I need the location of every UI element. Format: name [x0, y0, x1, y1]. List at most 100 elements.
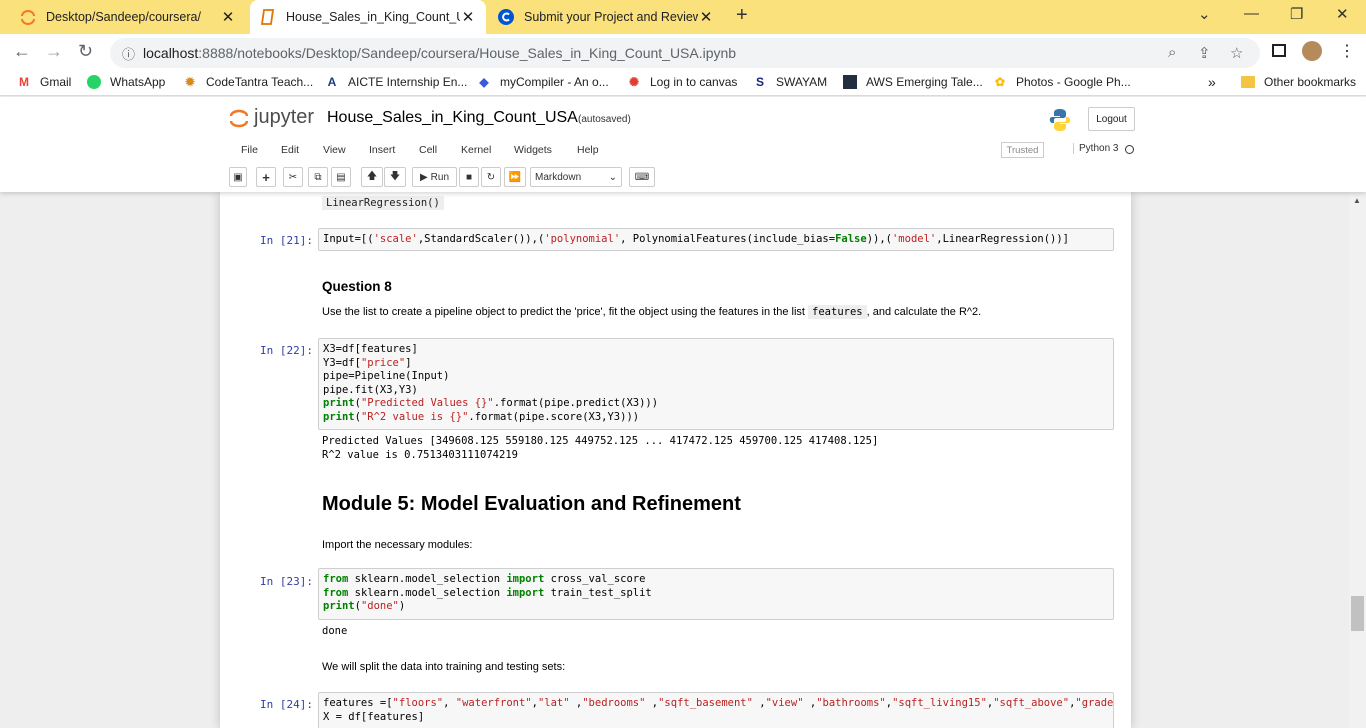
close-icon[interactable]: ✕ [698, 8, 714, 26]
question-8-text: Use the list to create a pipeline object… [322, 305, 982, 319]
minimize-icon[interactable]: — [1244, 5, 1259, 22]
cell-prompt: In [21]: [260, 234, 313, 247]
chevron-down-icon: ⌄ [608, 171, 617, 183]
move-up-icon[interactable]: 🡅 [361, 167, 383, 187]
address-bar[interactable]: ⓘ localhost:8888/notebooks/Desktop/Sande… [110, 38, 1260, 68]
menu-cell[interactable]: Cell [419, 144, 437, 156]
jupyter-tab-icon [20, 9, 36, 25]
gmail-icon: M [19, 75, 29, 89]
bookmark-label: Log in to canvas [650, 75, 738, 89]
menu-edit[interactable]: Edit [281, 144, 299, 156]
run-label: Run [430, 171, 450, 183]
menu-help[interactable]: Help [577, 144, 599, 156]
add-cell-icon[interactable]: + [256, 167, 276, 187]
scroll-up-icon[interactable]: ▲ [1353, 196, 1361, 205]
move-down-icon[interactable]: 🡇 [384, 167, 406, 187]
new-tab-icon[interactable]: + [736, 4, 748, 27]
swayam-icon: S [755, 75, 764, 89]
avatar[interactable] [1302, 41, 1322, 61]
scrollbar-thumb[interactable] [1351, 596, 1364, 631]
cell-prompt: In [22]: [260, 344, 313, 357]
cell-prompt: In [23]: [260, 575, 313, 588]
split-text: We will split the data into training and… [322, 661, 566, 673]
tab-desktop[interactable]: Desktop/Sandeep/coursera/ ✕ [10, 0, 246, 34]
python-logo-icon [1048, 108, 1072, 135]
jupyter-logo[interactable]: jupyter [230, 106, 314, 129]
code-cell-21[interactable]: Input=[('scale',StandardScaler()),('poly… [318, 228, 1114, 251]
menu-widgets[interactable]: Widgets [514, 144, 552, 156]
code-cell-24[interactable]: features =["floors", "waterfront","lat" … [318, 692, 1114, 728]
q8-text-a: Use the list to create a pipeline object… [322, 306, 805, 318]
kernel-idle-icon [1125, 145, 1134, 154]
menu-file[interactable]: File [241, 144, 258, 156]
save-icon[interactable]: ▣ [229, 167, 247, 187]
code-cell-22[interactable]: X3=df[features] Y3=df["price"] pipe=Pipe… [318, 338, 1114, 430]
share-icon[interactable]: ⇪ [1198, 44, 1211, 62]
copy-icon[interactable]: ⧉ [308, 167, 328, 187]
bookmark-mycompiler[interactable]: ◆ myCompiler - An o... [476, 74, 608, 90]
bookmark-aws[interactable]: AWS Emerging Tale... [842, 74, 983, 90]
paste-icon[interactable]: ▤ [331, 167, 351, 187]
q8-text-b: , and calculate the R^2. [866, 306, 982, 318]
search-icon[interactable]: ⌕ [1168, 44, 1176, 61]
cell-prompt: In [24]: [260, 698, 313, 711]
canvas-icon: ✺ [628, 75, 640, 89]
stop-icon[interactable]: ■ [459, 167, 479, 187]
bookmark-label: AICTE Internship En... [348, 75, 468, 89]
module-5-heading: Module 5: Model Evaluation and Refinemen… [322, 493, 741, 515]
close-icon[interactable]: ✕ [220, 8, 236, 26]
cut-icon[interactable]: ✂ [283, 167, 303, 187]
forward-icon[interactable]: → [45, 41, 63, 62]
cell-type-select[interactable]: Markdown ⌄ [530, 167, 622, 187]
bookmark-whatsapp[interactable]: WhatsApp [86, 74, 165, 90]
page-scrollbar[interactable]: ▲ [1349, 192, 1366, 728]
bookmark-aicte[interactable]: A AICTE Internship En... [324, 74, 468, 90]
menu-kebab-icon[interactable]: ⋮ [1339, 41, 1355, 61]
tab-title: Desktop/Sandeep/coursera/ [46, 10, 201, 24]
other-bookmarks[interactable]: Other bookmarks [1240, 74, 1356, 90]
bookmark-photos[interactable]: ✿ Photos - Google Ph... [992, 74, 1131, 90]
close-window-icon[interactable]: ✕ [1336, 5, 1349, 23]
output-line: R^2 value is 0.7513403111074219 [322, 449, 518, 461]
restore-icon[interactable]: ❐ [1290, 5, 1303, 23]
question-8-heading: Question 8 [322, 279, 392, 294]
prev-cell-output: LinearRegression() [322, 196, 444, 210]
bookmarks-overflow[interactable]: » [1208, 74, 1216, 90]
url-text[interactable]: localhost:8888/notebooks/Desktop/Sandeep… [143, 45, 736, 61]
bookmark-canvas[interactable]: ✺ Log in to canvas [626, 74, 737, 90]
bookmark-gmail[interactable]: M Gmail [16, 74, 71, 90]
tab-search-icon[interactable]: ⌄ [1198, 5, 1211, 23]
tab-strip: Desktop/Sandeep/coursera/ ✕ House_Sales_… [0, 0, 1366, 34]
coursera-tab-icon [498, 9, 514, 25]
bookmark-label: Gmail [40, 75, 72, 89]
tab-notebook[interactable]: House_Sales_in_King_Count_USA ✕ [250, 0, 486, 34]
bookmark-star-icon[interactable]: ☆ [1230, 44, 1243, 62]
menu-view[interactable]: View [323, 144, 346, 156]
notebook-title[interactable]: House_Sales_in_King_Count_USA [327, 109, 578, 127]
tab-coursera[interactable]: Submit your Project and Review ✕ [488, 0, 724, 34]
reload-icon[interactable]: ↻ [78, 41, 93, 62]
notebook-tab-icon [260, 9, 276, 25]
side-panel-icon[interactable] [1272, 44, 1286, 57]
trusted-indicator[interactable]: Trusted [1001, 142, 1044, 158]
bookmark-swayam[interactable]: S SWAYAM [752, 74, 827, 90]
bookmark-label: CodeTantra Teach... [206, 75, 314, 89]
back-icon[interactable]: ← [13, 41, 31, 62]
folder-icon [1240, 74, 1256, 90]
site-info-icon[interactable]: ⓘ [122, 44, 135, 63]
menu-kernel[interactable]: Kernel [461, 144, 491, 156]
fast-forward-icon[interactable]: ⏩ [504, 167, 526, 187]
browser-toolbar: ← → ↻ ⓘ localhost:8888/notebooks/Desktop… [0, 34, 1366, 72]
menu-insert[interactable]: Insert [369, 144, 395, 156]
mycompiler-icon: ◆ [479, 75, 489, 89]
menu-bar: File Edit View Insert Cell Kernel Widget… [227, 139, 1140, 162]
restart-icon[interactable]: ↻ [481, 167, 501, 187]
close-icon[interactable]: ✕ [460, 8, 476, 26]
logout-button[interactable]: Logout [1088, 107, 1135, 131]
run-button[interactable]: ▶ Run [412, 167, 457, 187]
code-cell-23[interactable]: from sklearn.model_selection import cros… [318, 568, 1114, 620]
run-icon: ▶ [419, 171, 428, 183]
bookmark-codetantra[interactable]: ✹ CodeTantra Teach... [182, 74, 313, 90]
keyboard-icon[interactable]: ⌨ [629, 167, 655, 187]
bookmark-label: AWS Emerging Tale... [866, 75, 983, 89]
